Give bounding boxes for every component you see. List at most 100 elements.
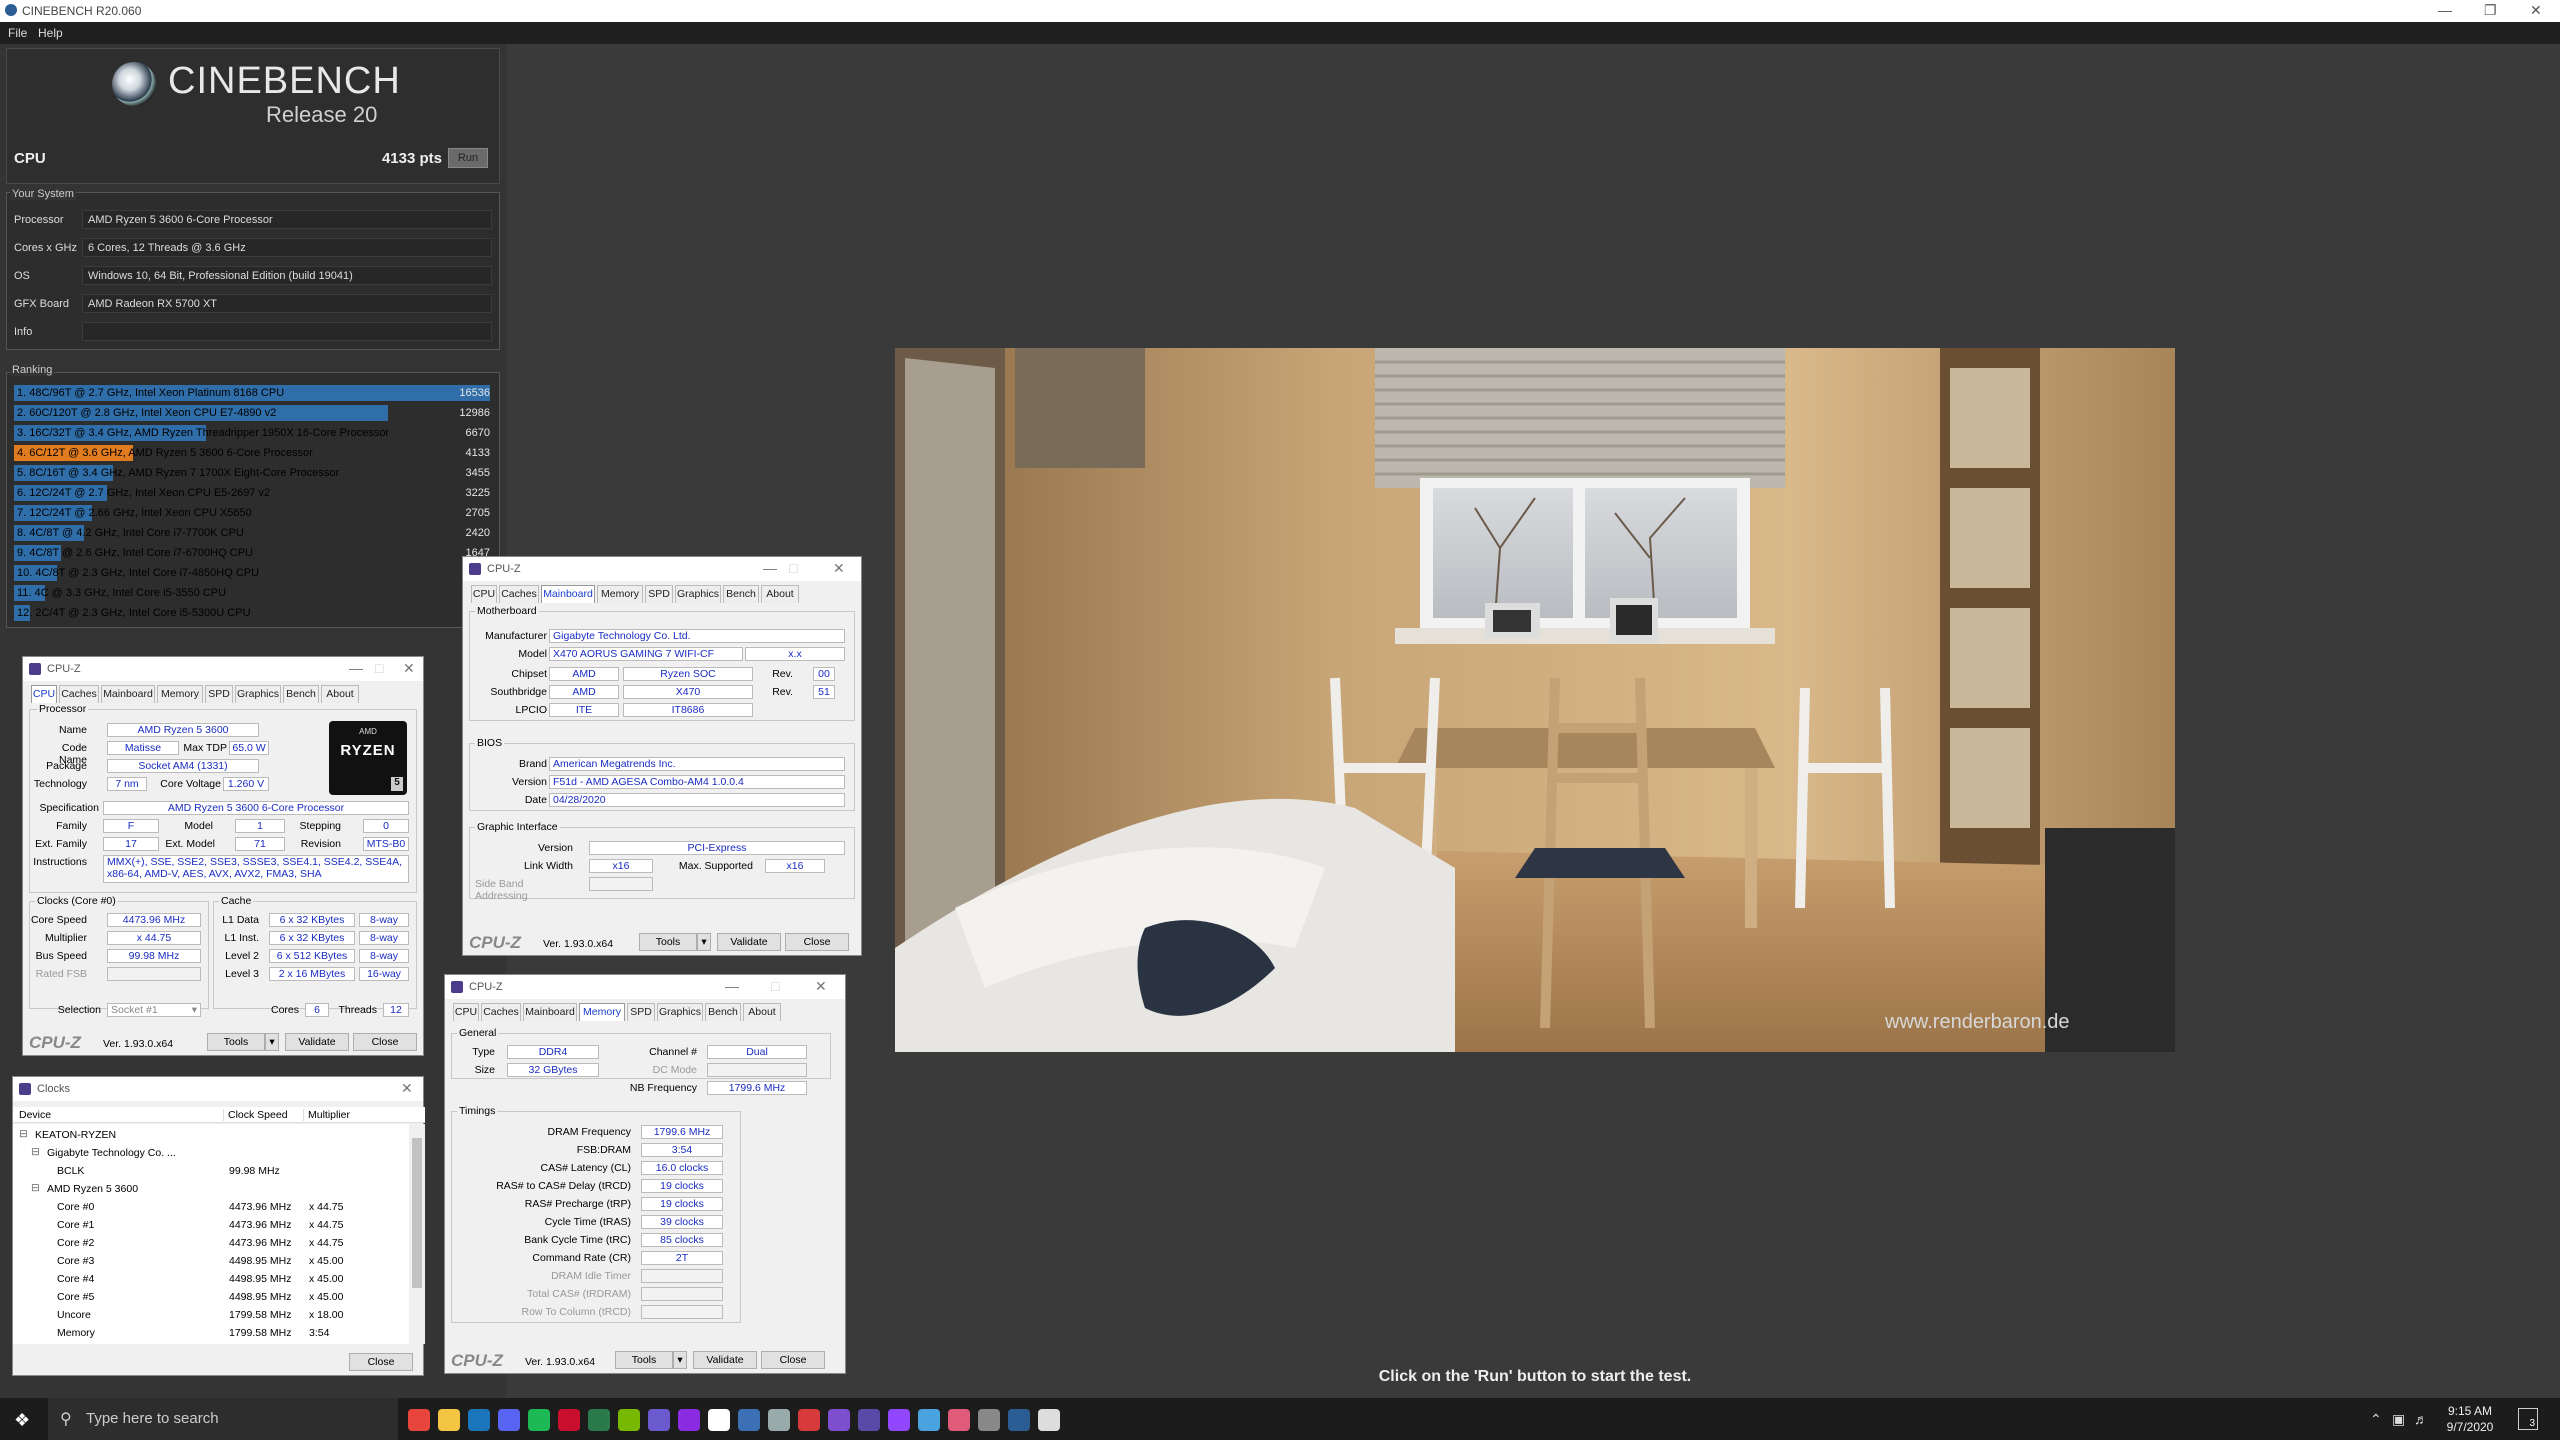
amd-radeon-icon[interactable]	[558, 1409, 580, 1431]
ranking-row[interactable]: 7. 12C/24T @ 2.66 GHz, Intel Xeon CPU X5…	[14, 504, 490, 522]
ranking-row[interactable]: 6. 12C/24T @ 2.7 GHz, Intel Xeon CPU E5-…	[14, 484, 490, 502]
spotify-icon[interactable]	[528, 1409, 550, 1431]
close-button[interactable]: Close	[349, 1353, 413, 1371]
collapse-icon[interactable]: ⊟	[31, 1182, 40, 1194]
tools-dropdown-icon[interactable]: ▾	[697, 933, 711, 951]
network-icon[interactable]: ▣	[2392, 1411, 2405, 1428]
tab-graphics[interactable]: Graphics	[657, 1003, 703, 1021]
discord-icon[interactable]	[498, 1409, 520, 1431]
scrollbar-thumb[interactable]	[412, 1138, 422, 1288]
minimize-icon[interactable]: —	[2438, 2, 2452, 18]
tab-memory[interactable]: Memory	[597, 585, 643, 603]
tab-spd[interactable]: SPD	[205, 685, 233, 703]
steam-icon[interactable]	[468, 1409, 490, 1431]
minimize-icon[interactable]: —	[349, 660, 363, 676]
collapse-icon[interactable]: ⊟	[31, 1146, 40, 1158]
column-clock-speed[interactable]: Clock Speed	[223, 1109, 288, 1121]
ranking-row[interactable]: 4. 6C/12T @ 3.6 GHz, AMD Ryzen 5 3600 6-…	[14, 444, 490, 462]
maximize-icon[interactable]: ❐	[2484, 2, 2497, 19]
visual-studio-icon[interactable]	[828, 1409, 850, 1431]
clock-row[interactable]: Uncore 1799.58 MHz x 18.00	[13, 1307, 409, 1325]
close-button[interactable]: Close	[353, 1033, 417, 1051]
validate-button[interactable]: Validate	[717, 933, 781, 951]
collapse-icon[interactable]: ⊟	[19, 1128, 28, 1140]
taskbar-clock[interactable]: 9:15 AM 9/7/2020	[2440, 1403, 2500, 1435]
menu-help[interactable]: Help	[38, 26, 63, 40]
clock-row[interactable]: Core #1 4473.96 MHz x 44.75	[13, 1217, 409, 1235]
tab-mainboard[interactable]: Mainboard	[523, 1003, 577, 1021]
volume-icon[interactable]: ♬	[2414, 1411, 2428, 1427]
notification-center-icon[interactable]: 3	[2518, 1408, 2538, 1430]
cpuz-icon[interactable]	[858, 1409, 880, 1431]
ranking-row[interactable]: 5. 8C/16T @ 3.4 GHz, AMD Ryzen 7 1700X E…	[14, 464, 490, 482]
k-icon[interactable]	[708, 1409, 730, 1431]
scrollbar[interactable]	[409, 1124, 425, 1344]
clock-row[interactable]: Core #3 4498.95 MHz x 45.00	[13, 1253, 409, 1271]
tab-bench[interactable]: Bench	[723, 585, 759, 603]
ranking-row[interactable]: 3. 16C/32T @ 3.4 GHz, AMD Ryzen Threadri…	[14, 424, 490, 442]
tab-memory[interactable]: Memory	[579, 1003, 625, 1021]
validate-button[interactable]: Validate	[693, 1351, 757, 1369]
close-icon[interactable]: ✕	[815, 978, 827, 995]
tab-caches[interactable]: Caches	[59, 685, 99, 703]
clock-row[interactable]: Core #0 4473.96 MHz x 44.75	[13, 1199, 409, 1217]
minimize-icon[interactable]: —	[763, 560, 777, 576]
cinebench-icon[interactable]	[1008, 1409, 1030, 1431]
tab-bench[interactable]: Bench	[283, 685, 319, 703]
nvidia-icon[interactable]	[618, 1409, 640, 1431]
clock-row[interactable]: Memory 1799.58 MHz 3:54	[13, 1325, 409, 1343]
tab-mainboard[interactable]: Mainboard	[541, 585, 595, 603]
ranking-row[interactable]: 9. 4C/8T @ 2.6 GHz, Intel Core i7-6700HQ…	[14, 544, 490, 562]
close-icon[interactable]: ✕	[401, 1080, 413, 1097]
tools-button[interactable]: Tools	[615, 1351, 673, 1369]
tools-button[interactable]: Tools	[639, 933, 697, 951]
clock-row[interactable]: ⊟ Gigabyte Technology Co. ...	[13, 1145, 409, 1163]
tab-cpu[interactable]: CPU	[453, 1003, 479, 1021]
validate-button[interactable]: Validate	[285, 1033, 349, 1051]
column-device[interactable]: Device	[19, 1109, 51, 1121]
menu-file[interactable]: File	[8, 26, 27, 40]
obs-icon[interactable]	[648, 1409, 670, 1431]
clock-row[interactable]: ⊟ AMD Ryzen 5 3600	[13, 1181, 409, 1199]
tab-graphics[interactable]: Graphics	[675, 585, 721, 603]
tools-dropdown-icon[interactable]: ▾	[673, 1351, 687, 1369]
tab-spd[interactable]: SPD	[627, 1003, 655, 1021]
tab-bench[interactable]: Bench	[705, 1003, 741, 1021]
twitch-icon[interactable]	[888, 1409, 910, 1431]
tab-cpu[interactable]: CPU	[31, 685, 57, 703]
chrome-icon[interactable]	[408, 1409, 430, 1431]
close-icon[interactable]: ✕	[833, 560, 845, 577]
clock-row[interactable]: Core #5 4498.95 MHz x 45.00	[13, 1289, 409, 1307]
ranking-row[interactable]: 12. 2C/4T @ 2.3 GHz, Intel Core i5-5300U…	[14, 604, 490, 622]
game-icon[interactable]	[768, 1409, 790, 1431]
minimize-icon[interactable]: —	[725, 978, 739, 994]
tab-memory[interactable]: Memory	[157, 685, 203, 703]
clock-row[interactable]: ⊟ KEATON-RYZEN	[13, 1127, 409, 1145]
tray-chevron-icon[interactable]: ⌃	[2370, 1411, 2382, 1428]
ranking-row[interactable]: 1. 48C/96T @ 2.7 GHz, Intel Xeon Platinu…	[14, 384, 490, 402]
run-button[interactable]: Run	[448, 148, 488, 168]
taskbar-search[interactable]: ⚲ Type here to search	[48, 1398, 398, 1440]
tools-dropdown-icon[interactable]: ▾	[265, 1033, 279, 1051]
ranking-row[interactable]: 11. 4C @ 3.3 GHz, Intel Core i5-3550 CPU	[14, 584, 490, 602]
close-button[interactable]: Close	[785, 933, 849, 951]
file-explorer-icon[interactable]	[438, 1409, 460, 1431]
tab-about[interactable]: About	[743, 1003, 781, 1021]
nu-icon[interactable]	[678, 1409, 700, 1431]
socket-select[interactable]: Socket #1 ▾	[107, 1003, 201, 1017]
settings-icon[interactable]	[1038, 1409, 1060, 1431]
tab-spd[interactable]: SPD	[645, 585, 673, 603]
dragon-icon[interactable]	[798, 1409, 820, 1431]
tab-about[interactable]: About	[321, 685, 359, 703]
close-icon[interactable]: ✕	[2530, 2, 2542, 19]
calculator-icon[interactable]	[588, 1409, 610, 1431]
clock-row[interactable]: Core #2 4473.96 MHz x 44.75	[13, 1235, 409, 1253]
stick-icon[interactable]	[948, 1409, 970, 1431]
tools-button[interactable]: Tools	[207, 1033, 265, 1051]
tab-graphics[interactable]: Graphics	[235, 685, 281, 703]
tab-mainboard[interactable]: Mainboard	[101, 685, 155, 703]
close-button[interactable]: Close	[761, 1351, 825, 1369]
tab-cpu[interactable]: CPU	[471, 585, 497, 603]
windows-start-icon[interactable]: ❖	[14, 1410, 30, 1431]
tab-caches[interactable]: Caches	[499, 585, 539, 603]
